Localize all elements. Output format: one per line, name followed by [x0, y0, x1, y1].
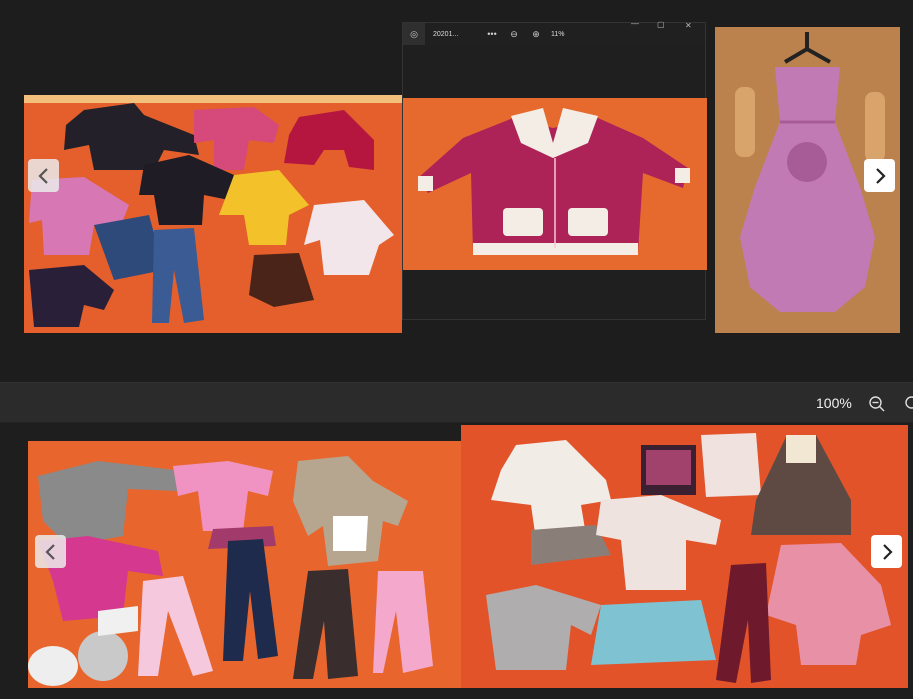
viewer-file-title: 20201... — [433, 30, 459, 38]
next-button[interactable] — [864, 159, 895, 192]
viewer-toolbar: ◎ 20201... ••• ⊖ ⊕ 11% — ▢ ✕ — [403, 19, 705, 45]
photo-gallery-screen: ◎ 20201... ••• ⊖ ⊕ 11% — ▢ ✕ 100% — [0, 0, 913, 699]
photo-clothes-pile-3[interactable] — [461, 425, 908, 688]
chevron-left-icon — [37, 167, 48, 184]
bottom-photo-gallery — [0, 423, 913, 699]
photo-magenta-jacket[interactable] — [403, 98, 707, 270]
zoom-in-icon[interactable]: ⊕ — [525, 23, 547, 45]
more-options-icon[interactable]: ••• — [481, 23, 503, 45]
zoom-out-icon[interactable]: ⊖ — [503, 23, 525, 45]
zoom-level: 100% — [816, 395, 852, 411]
previous-button[interactable] — [28, 159, 59, 192]
chevron-right-icon — [882, 543, 893, 560]
minimize-icon[interactable]: — — [631, 19, 639, 28]
chevron-left-icon — [44, 543, 55, 560]
photo-clothes-pile-2[interactable] — [28, 441, 461, 688]
photo-clothes-pile-1[interactable] — [24, 95, 402, 333]
next-button[interactable] — [871, 535, 902, 568]
image-viewer-window: ◎ 20201... ••• ⊖ ⊕ 11% — ▢ ✕ — [402, 19, 707, 320]
chevron-right-icon — [875, 167, 886, 184]
zoom-in-icon[interactable] — [904, 395, 913, 413]
viewer-bottom-toolbar: 100% — [0, 382, 913, 423]
previous-button[interactable] — [35, 535, 66, 568]
close-icon[interactable]: ✕ — [685, 21, 692, 30]
zoom-out-icon[interactable] — [868, 395, 886, 413]
top-photo-gallery: ◎ 20201... ••• ⊖ ⊕ 11% — ▢ ✕ — [0, 0, 913, 382]
viewer-zoom-level: 11% — [551, 30, 565, 38]
photos-app-icon: ◎ — [403, 23, 425, 45]
maximize-icon[interactable]: ▢ — [657, 20, 665, 29]
